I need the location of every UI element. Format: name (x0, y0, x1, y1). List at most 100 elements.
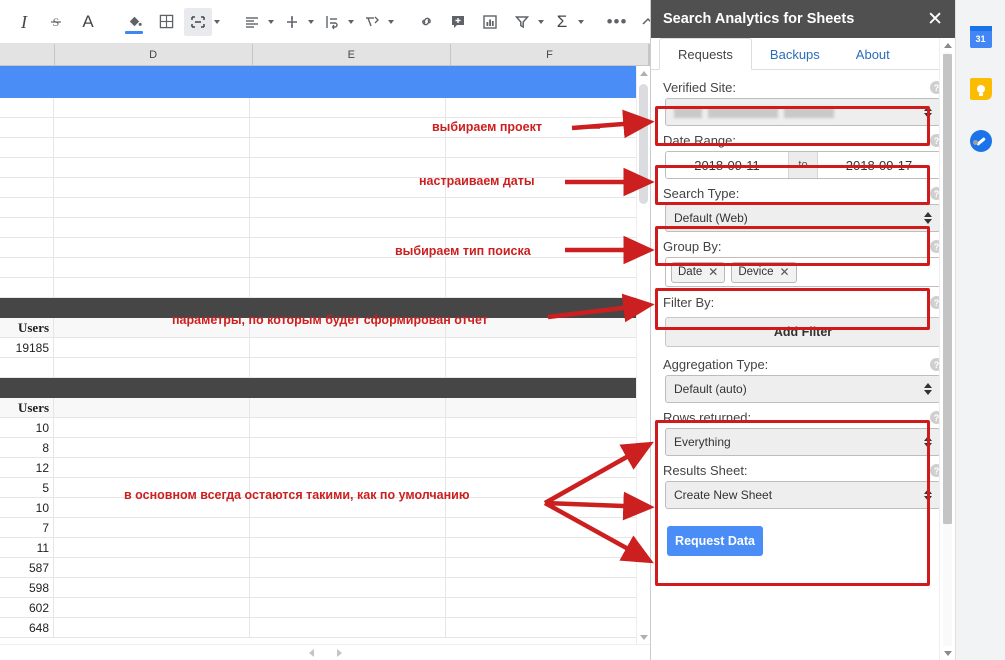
table-cell[interactable] (0, 278, 55, 297)
table-cell[interactable] (250, 598, 446, 617)
table-row[interactable]: 12 (0, 458, 650, 478)
table-cell[interactable]: 10 (0, 418, 55, 437)
table-cell[interactable] (0, 378, 54, 397)
table-cell[interactable]: 10 (0, 498, 55, 517)
table-row[interactable]: 11 (0, 538, 650, 558)
tab-about[interactable]: About (838, 38, 908, 70)
table-cell[interactable] (446, 138, 642, 157)
table-row[interactable]: 598 (0, 578, 650, 598)
table-cell[interactable] (54, 498, 251, 517)
table-row[interactable]: 10 (0, 498, 650, 518)
table-cell[interactable]: Users (0, 398, 55, 417)
table-cell[interactable] (250, 318, 446, 337)
create-filter-icon[interactable] (508, 8, 536, 36)
end-date-input[interactable]: 2018-09-17 (818, 152, 940, 178)
table-cell[interactable] (250, 358, 446, 377)
table-cell[interactable] (446, 358, 642, 377)
table-row[interactable] (0, 298, 650, 318)
table-cell[interactable] (446, 618, 642, 637)
table-cell[interactable]: 7 (0, 518, 55, 537)
table-cell[interactable] (446, 418, 642, 437)
filter-chevron-down-icon[interactable] (538, 8, 544, 36)
table-cell[interactable] (250, 198, 446, 217)
insert-link-icon[interactable] (412, 8, 440, 36)
chip-remove-icon[interactable]: ✕ (708, 265, 718, 279)
table-cell[interactable] (250, 338, 446, 357)
table-row[interactable] (0, 178, 650, 198)
request-data-button[interactable]: Request Data (667, 526, 763, 556)
table-cell[interactable] (0, 298, 54, 317)
table-cell[interactable] (250, 558, 446, 577)
table-row[interactable] (0, 378, 650, 398)
tab-backups[interactable]: Backups (752, 38, 838, 70)
scroll-up-icon[interactable] (637, 66, 650, 80)
table-cell[interactable] (54, 598, 251, 617)
vertical-align-chevron-down-icon[interactable] (308, 8, 314, 36)
results-sheet-spinner-icon[interactable] (924, 489, 932, 501)
text-wrapping-icon[interactable] (318, 8, 346, 36)
table-cell[interactable]: 587 (0, 558, 55, 577)
table-cell[interactable] (0, 118, 55, 137)
table-row[interactable] (0, 66, 650, 98)
table-row[interactable]: Users (0, 398, 650, 418)
panel-vertical-scrollbar[interactable] (939, 38, 955, 660)
more-options-icon[interactable]: ••• (602, 8, 632, 36)
table-cell[interactable] (54, 558, 251, 577)
table-cell[interactable] (54, 478, 251, 497)
table-cell[interactable]: 598 (0, 578, 55, 597)
table-cell[interactable] (446, 178, 642, 197)
table-cell[interactable] (250, 538, 446, 557)
insert-chart-icon[interactable] (476, 8, 504, 36)
panel-scroll-up-icon[interactable] (940, 38, 955, 52)
table-cell[interactable] (54, 438, 251, 457)
table-cell[interactable] (446, 378, 642, 397)
table-cell[interactable] (54, 458, 251, 477)
rows-returned-select[interactable]: Everything (665, 428, 941, 456)
table-cell[interactable] (250, 158, 446, 177)
table-cell[interactable] (446, 558, 642, 577)
table-row[interactable] (0, 98, 650, 118)
table-cell[interactable] (54, 358, 251, 377)
rows-returned-spinner-icon[interactable] (924, 436, 932, 448)
verified-site-spinner-icon[interactable] (924, 106, 932, 118)
table-cell[interactable]: 602 (0, 598, 55, 617)
table-cell[interactable]: 8 (0, 438, 55, 457)
table-cell[interactable] (0, 238, 55, 257)
table-cell[interactable] (0, 358, 55, 377)
table-cell[interactable] (446, 498, 642, 517)
column-header-E[interactable]: E (253, 44, 451, 65)
table-cell[interactable] (446, 298, 642, 317)
cell-grid[interactable]: Users 19185 Users 10 8 12 5 10 7 11 587 598 602 648 (0, 66, 650, 638)
spreadsheet-area[interactable]: D E F Users 19185 Users 10 8 12 5 10 7 11 587 598 60… (0, 44, 650, 660)
table-cell[interactable] (446, 318, 642, 337)
scroll-left-icon[interactable] (304, 646, 318, 660)
table-cell[interactable] (446, 98, 642, 117)
calendar-icon[interactable]: 31 (969, 26, 992, 48)
table-row[interactable]: Users (0, 318, 650, 338)
table-row[interactable]: 602 (0, 598, 650, 618)
text-wrapping-chevron-down-icon[interactable] (348, 8, 354, 36)
text-color-icon[interactable]: A (74, 8, 102, 36)
functions-chevron-down-icon[interactable] (578, 8, 584, 36)
text-rotation-icon[interactable] (358, 8, 386, 36)
borders-icon[interactable] (152, 8, 180, 36)
table-cell[interactable] (250, 518, 446, 537)
sheet-vertical-scroll-thumb[interactable] (639, 84, 648, 204)
table-cell[interactable]: 11 (0, 538, 55, 557)
table-cell[interactable] (250, 618, 446, 637)
table-cell[interactable] (250, 578, 446, 597)
sheet-vertical-scrollbar[interactable] (636, 66, 650, 644)
table-cell[interactable] (54, 198, 251, 217)
table-cell[interactable] (250, 178, 446, 197)
table-cell[interactable] (0, 158, 55, 177)
table-cell[interactable] (54, 66, 250, 97)
sheet-horizontal-scrollbar[interactable] (0, 644, 650, 660)
merge-cells-chevron-down-icon[interactable] (214, 8, 220, 36)
table-row[interactable]: 8 (0, 438, 650, 458)
table-cell[interactable] (446, 578, 642, 597)
table-cell[interactable] (446, 398, 642, 417)
aggregation-type-spinner-icon[interactable] (924, 383, 932, 395)
table-cell[interactable] (54, 418, 251, 437)
table-cell[interactable] (446, 198, 642, 217)
functions-icon[interactable]: Σ (548, 8, 576, 36)
